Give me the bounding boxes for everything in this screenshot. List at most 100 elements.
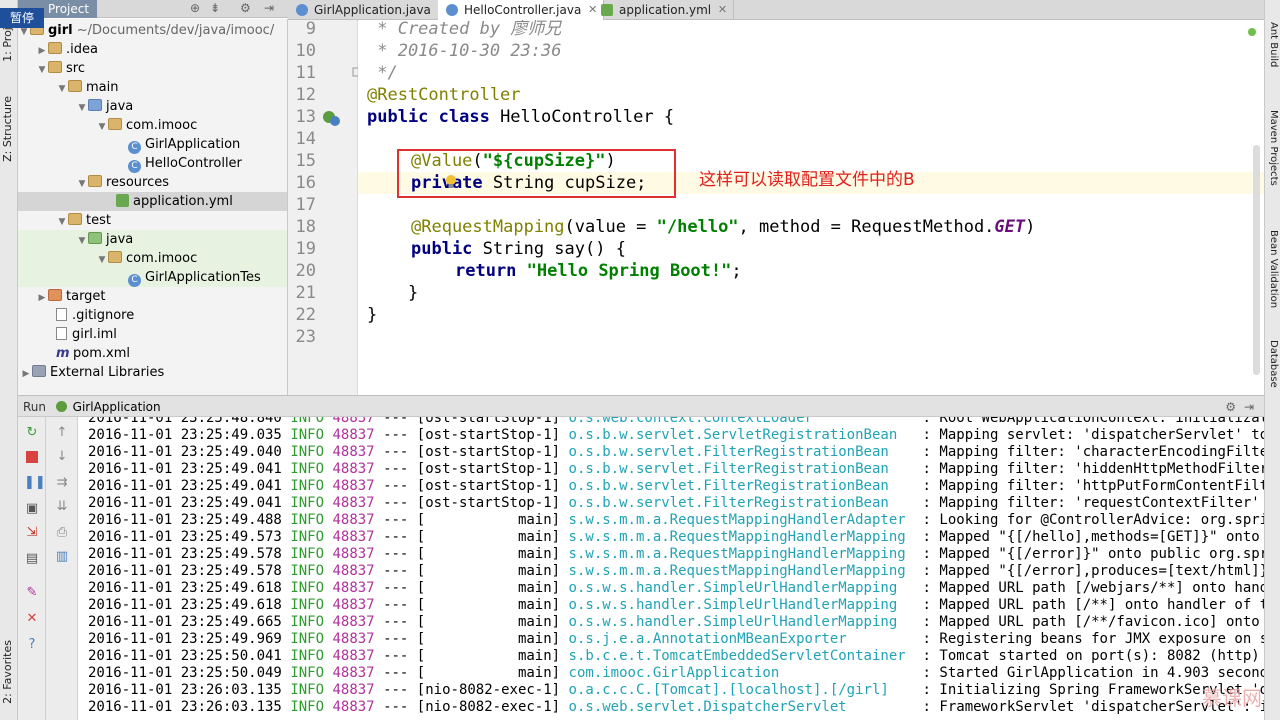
tree-item-girlapplicationtests[interactable]: C GirlApplicationTes	[18, 268, 287, 287]
tree-item-package[interactable]: ▼ com.imooc	[18, 116, 287, 135]
line-number: 14	[295, 129, 316, 149]
line-number: 17	[295, 195, 316, 215]
tree-item-src[interactable]: ▼ src	[18, 59, 287, 78]
clear-all-icon[interactable]: ▥	[54, 549, 70, 565]
chevron-right-icon[interactable]: ▶	[20, 365, 32, 384]
class-icon: C	[128, 141, 141, 154]
help-icon[interactable]: ?	[24, 637, 40, 653]
code-token: String say() {	[472, 239, 626, 259]
print-icon[interactable]: ⎙	[54, 525, 70, 541]
dump-threads-icon[interactable]: ▣	[24, 501, 40, 517]
soft-wrap-icon[interactable]: ⇉	[54, 475, 70, 491]
log-date: 2016-11-01 23:25:49.969	[88, 631, 282, 647]
tab-hellocontroller[interactable]: HelloController.java ✕	[438, 0, 605, 20]
gear-icon[interactable]: ⚙	[240, 1, 251, 15]
console-output[interactable]: 2016-11-01 23:25:48.840 INFO 48837 --- […	[78, 417, 1264, 720]
scroll-down-icon[interactable]: ↓	[54, 449, 70, 465]
log-logger: o.s.w.s.handler.SimpleUrlHandlerMapping	[568, 597, 915, 613]
collapse-icon[interactable]: ⇟	[210, 1, 220, 15]
target-icon[interactable]: ⊕	[190, 1, 200, 15]
tool-tab-ant-build[interactable]: Ant Build	[1268, 22, 1279, 67]
log-separator: ---	[383, 682, 409, 698]
line-number: 22	[295, 305, 316, 325]
class-icon: C	[128, 274, 141, 287]
annotation-note: 这样可以读取配置文件中的B	[699, 170, 915, 190]
run-config-name[interactable]: GirlApplication	[73, 400, 161, 414]
code-editor[interactable]: * Created by 廖师兄 * 2016-10-30 23:36 */ @…	[358, 20, 1264, 395]
log-message: : Tomcat started on port(s): 8082 (http)	[922, 648, 1260, 664]
log-pid: 48837	[332, 512, 375, 528]
line-number: 12	[295, 85, 316, 105]
pause-overlay-label[interactable]: 暂停	[0, 8, 44, 28]
tab-girlapplication[interactable]: GirlApplication.java✕	[288, 0, 454, 20]
run-panel-title[interactable]: Run	[23, 400, 46, 414]
tree-item-external-libraries[interactable]: ▶ External Libraries	[18, 363, 287, 384]
tree-item-test-package[interactable]: ▼ com.imooc	[18, 249, 287, 268]
log-level: INFO	[290, 682, 325, 698]
gear-icon[interactable]: ⚙	[1225, 396, 1236, 418]
scroll-to-end-icon[interactable]: ⇊	[54, 499, 70, 515]
lightbulb-icon[interactable]	[445, 174, 457, 190]
close-icon[interactable]: ✕	[718, 0, 727, 20]
tree-item-main[interactable]: ▼ main	[18, 78, 287, 97]
editor-scrollbar[interactable]	[1253, 145, 1260, 375]
layout-icon[interactable]: ▤	[24, 551, 40, 567]
tool-tab-structure[interactable]: Z: Structure	[1, 96, 14, 162]
exit-icon[interactable]: ⇲	[24, 525, 40, 541]
tree-item-application-yml[interactable]: application.yml	[18, 192, 287, 211]
scroll-up-icon[interactable]: ↑	[54, 425, 70, 441]
code-line-13: public class HelloController {	[367, 106, 674, 128]
tree-item-label: HelloController	[145, 156, 242, 171]
log-date: 2016-11-01 23:25:49.040	[88, 444, 282, 460]
tree-item-test-java[interactable]: ▼ java	[18, 230, 287, 249]
inspection-ok-icon[interactable]	[1248, 28, 1256, 36]
log-level: INFO	[290, 478, 325, 494]
tool-tab-maven-projects[interactable]: Maven Projects	[1268, 110, 1279, 186]
pin-icon[interactable]: ✎	[24, 585, 40, 601]
tool-tab-bean-validation[interactable]: Bean Validation	[1268, 230, 1279, 308]
project-tree: ▼ girl ~/Documents/dev/java/imooc/ ▶ .idea…	[18, 19, 288, 395]
tree-item-girlapplication[interactable]: C GirlApplication	[18, 135, 287, 154]
tab-label: GirlApplication.java	[314, 3, 431, 17]
log-date: 2016-11-01 23:25:49.578	[88, 546, 282, 562]
stop-icon[interactable]	[24, 451, 40, 467]
tool-tab-database[interactable]: Database	[1268, 340, 1279, 388]
tree-item-label: External Libraries	[50, 365, 165, 380]
tab-application-yml[interactable]: application.yml ✕	[593, 0, 735, 20]
close-icon[interactable]: ✕	[24, 611, 40, 627]
log-level: INFO	[290, 597, 325, 613]
tree-item-resources[interactable]: ▼ resources	[18, 173, 287, 192]
left-tool-strip: 1: Project Z: Structure 2: Favorites	[0, 0, 18, 720]
tree-item-girl-iml[interactable]: girl.iml	[18, 325, 287, 344]
tree-item-gitignore[interactable]: .gitignore	[18, 306, 287, 325]
package-icon	[108, 118, 122, 130]
tree-item-root[interactable]: ▼ girl ~/Documents/dev/java/imooc/	[18, 21, 287, 40]
rerun-icon[interactable]: ↻	[24, 425, 40, 441]
tree-item-label: .gitignore	[72, 308, 135, 323]
hide-icon[interactable]: ⇥	[264, 1, 274, 15]
spring-bean-gutter-icon[interactable]	[321, 108, 343, 128]
pause-icon[interactable]: ❚❚	[24, 475, 46, 491]
tree-item-label: com.imooc	[126, 118, 198, 133]
log-row: 2016-11-01 23:25:50.041 INFO 48837 --- […	[88, 648, 1260, 665]
tree-item-main-java[interactable]: ▼ java	[18, 97, 287, 116]
log-date: 2016-11-01 23:25:49.578	[88, 563, 282, 579]
tree-item-pom-xml[interactable]: m pom.xml	[18, 344, 287, 363]
log-message: : Registering beans for JMX exposure on …	[922, 631, 1264, 647]
tree-item-target[interactable]: ▶ target	[18, 287, 287, 306]
log-level: INFO	[290, 546, 325, 562]
tree-item-test[interactable]: ▼ test	[18, 211, 287, 230]
log-separator: ---	[383, 631, 409, 647]
tree-item-idea[interactable]: ▶ .idea	[18, 40, 287, 59]
tree-item-label: com.imooc	[126, 251, 198, 266]
log-date: 2016-11-01 23:26:03.135	[88, 699, 282, 715]
tool-tab-favorites[interactable]: 2: Favorites	[1, 640, 14, 704]
log-date: 2016-11-01 23:25:49.035	[88, 427, 282, 443]
log-thread: [ main]	[416, 529, 561, 545]
log-separator: ---	[383, 495, 409, 511]
tree-item-hellocontroller[interactable]: C HelloController	[18, 154, 287, 173]
log-row: 2016-11-01 23:25:48.840 INFO 48837 --- […	[88, 417, 1264, 427]
log-logger: o.s.b.w.servlet.FilterRegistrationBean	[568, 478, 915, 494]
run-panel-header: Run GirlApplication ⚙ ⇥	[18, 395, 1264, 417]
hide-icon[interactable]: ⇥	[1244, 396, 1254, 418]
